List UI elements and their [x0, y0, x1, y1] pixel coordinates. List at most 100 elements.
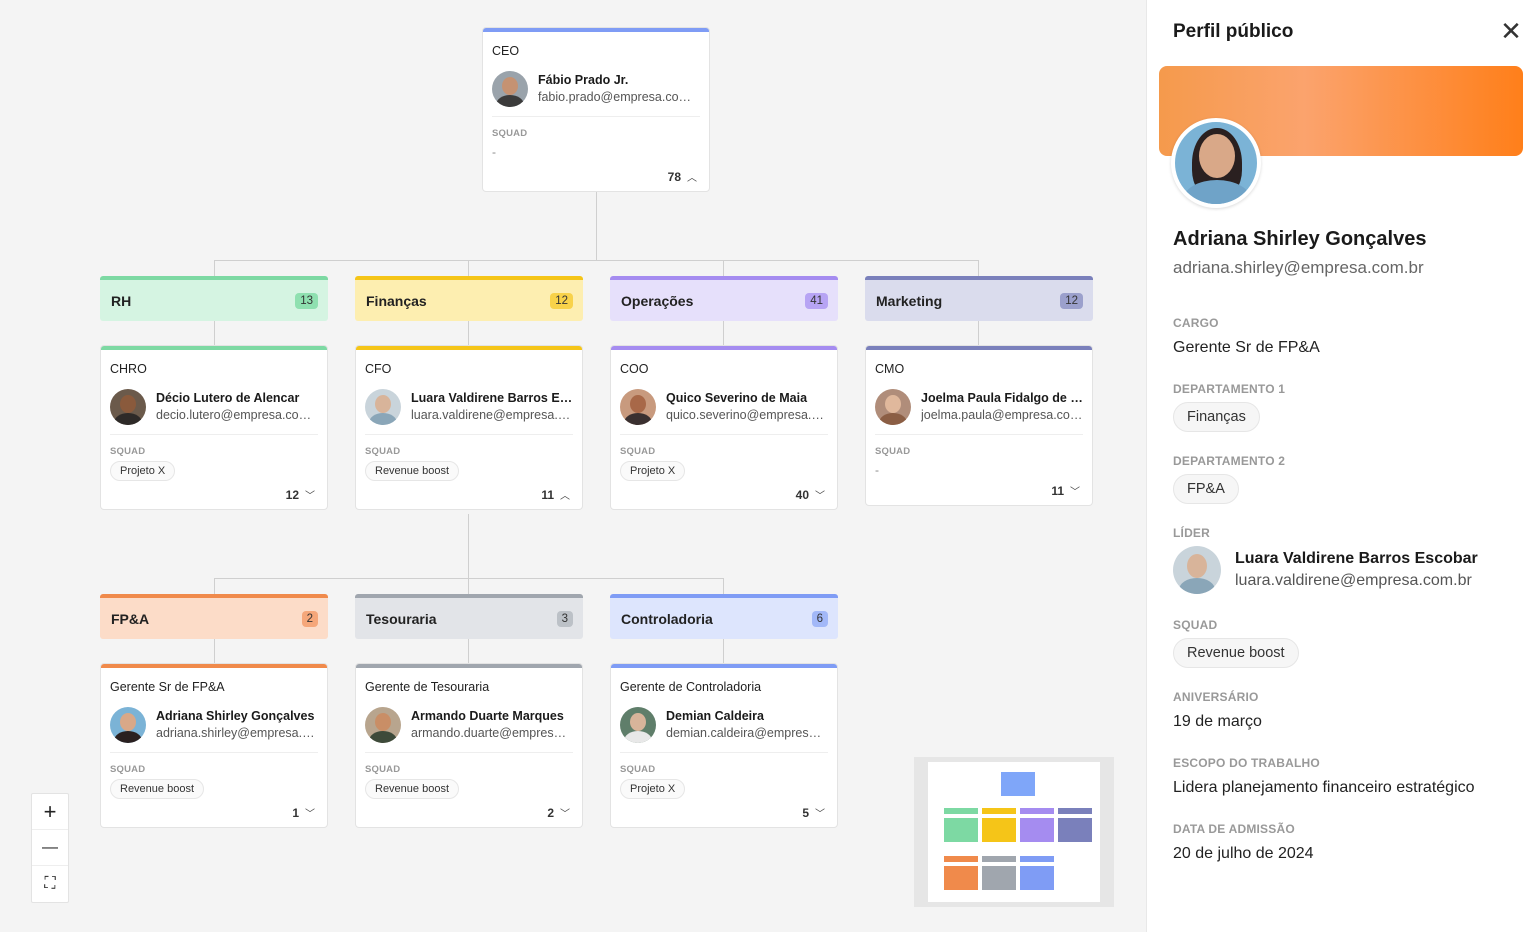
card-role: CEO [492, 44, 520, 58]
dept-name: Controladoria [621, 610, 713, 627]
avatar [365, 706, 401, 743]
expand-toggle[interactable]: 1 ﹀ [101, 801, 327, 827]
connector [214, 260, 979, 261]
panel-title: Perfil público [1173, 21, 1294, 42]
dept-header-fpa[interactable]: FP&A 2 [100, 594, 328, 639]
connector [596, 191, 597, 261]
dept-header-marketing[interactable]: Marketing 12 [865, 276, 1093, 321]
report-count: 5 [802, 806, 809, 820]
squad-label: SQUAD [110, 446, 146, 457]
person-card-chro[interactable]: CHRO Décio Lutero de Alencar decio.luter… [100, 345, 328, 510]
dept-header-controladoria[interactable]: Controladoria 6 [610, 594, 838, 639]
person-card-gerente-controladoria[interactable]: Gerente de Controladoria Demian Caldeira… [610, 663, 838, 828]
minimap-node [944, 818, 978, 842]
card-email: decio.lutero@empresa.com.br [156, 408, 318, 422]
card-role: CHRO [110, 362, 147, 376]
dept-name: Marketing [876, 292, 943, 309]
person-card-cfo[interactable]: CFO Luara Valdirene Barros Escobar luara… [355, 345, 583, 510]
expand-toggle[interactable]: 2 ﹀ [356, 801, 582, 827]
zoom-controls: + — ⛶ [31, 793, 69, 903]
dept-count-badge: 12 [1060, 292, 1083, 309]
connector [214, 639, 215, 663]
person-card-coo[interactable]: COO Quico Severino de Maia quico.severin… [610, 345, 838, 510]
org-chart-canvas[interactable]: CEO Fábio Prado Jr. fabio.prado@empresa.… [0, 0, 1146, 932]
squad-value: - [875, 463, 879, 477]
chevron-down-icon: ﹀ [305, 491, 315, 502]
report-count: 40 [795, 488, 809, 502]
field-label-escopo: ESCOPO DO TRABALHO [1173, 756, 1320, 770]
card-email: demian.caldeira@empresa.com.br [666, 726, 828, 740]
field-value-admissao: 20 de julho de 2024 [1173, 845, 1314, 862]
squad-chip[interactable]: Revenue boost [1173, 638, 1299, 668]
minimap-node [944, 808, 978, 814]
minimap-node [1058, 818, 1092, 842]
dept-count-badge: 13 [295, 292, 318, 309]
leader-link[interactable]: Luara Valdirene Barros Escobar luara.val… [1173, 546, 1478, 594]
report-count: 2 [547, 806, 554, 820]
person-card-gerente-fpa[interactable]: Gerente Sr de FP&A Adriana Shirley Gonça… [100, 663, 328, 828]
person-card-cmo[interactable]: CMO Joelma Paula Fidalgo de Souza joelma… [865, 345, 1093, 506]
squad-label: SQUAD [365, 764, 401, 775]
dept-header-financas[interactable]: Finanças 12 [355, 276, 583, 321]
card-email: armando.duarte@empresa.com.br [411, 726, 573, 740]
report-count: 11 [541, 488, 554, 502]
report-count: 11 [1051, 484, 1064, 498]
report-count: 1 [292, 806, 299, 820]
department-chip[interactable]: FP&A [1173, 474, 1239, 504]
minimap-node [944, 856, 978, 862]
minimap-node [1058, 808, 1092, 814]
field-value-escopo: Lidera planejamento financeiro estratégi… [1173, 779, 1475, 796]
profile-email: adriana.shirley@empresa.com.br [1173, 258, 1424, 277]
dept-name: Finanças [366, 292, 427, 309]
minimap[interactable] [914, 757, 1114, 907]
connector [723, 321, 724, 345]
card-role: COO [620, 362, 649, 376]
field-label-squad: SQUAD [1173, 618, 1218, 632]
avatar [365, 388, 401, 425]
expand-toggle[interactable]: 12 ﹀ [101, 483, 327, 509]
card-name: Décio Lutero de Alencar [156, 391, 300, 405]
card-name: Luara Valdirene Barros Escobar [411, 391, 573, 405]
avatar [620, 388, 656, 425]
card-name: Armando Duarte Marques [411, 709, 564, 723]
expand-toggle[interactable]: 5 ﹀ [611, 801, 837, 827]
connector [723, 578, 724, 594]
fit-view-button[interactable]: ⛶ [32, 866, 68, 902]
minimap-node [1001, 772, 1035, 796]
expand-toggle[interactable]: 11 ﹀ [866, 479, 1092, 505]
expand-toggle[interactable]: 78 ︿ [483, 165, 709, 191]
minimap-node [944, 866, 978, 890]
zoom-in-button[interactable]: + [32, 794, 68, 830]
connector [978, 260, 979, 276]
chevron-down-icon: ﹀ [1070, 487, 1080, 498]
avatar [110, 706, 146, 743]
squad-label: SQUAD [492, 128, 528, 139]
card-email: luara.valdirene@empresa.com.br [411, 408, 573, 422]
card-role: Gerente Sr de FP&A [110, 680, 225, 694]
avatar [620, 706, 656, 743]
minimap-node [1020, 866, 1054, 890]
minimap-node [1020, 856, 1054, 862]
dept-count-badge: 41 [805, 292, 828, 309]
close-icon[interactable]: ✕ [1499, 18, 1523, 46]
squad-label: SQUAD [620, 764, 656, 775]
field-label-departamento-2: DEPARTAMENTO 2 [1173, 454, 1286, 468]
minimap-node [1020, 818, 1054, 842]
expand-toggle[interactable]: 40 ﹀ [611, 483, 837, 509]
department-chip[interactable]: Finanças [1173, 402, 1260, 432]
field-label-lider: LÍDER [1173, 526, 1210, 540]
connector [214, 578, 724, 579]
person-card-ceo[interactable]: CEO Fábio Prado Jr. fabio.prado@empresa.… [482, 27, 710, 192]
dept-header-operacoes[interactable]: Operações 41 [610, 276, 838, 321]
connector [978, 321, 979, 345]
expand-toggle[interactable]: 11 ︿ [356, 483, 582, 509]
person-card-gerente-tesouraria[interactable]: Gerente de Tesouraria Armando Duarte Mar… [355, 663, 583, 828]
squad-label: SQUAD [110, 764, 146, 775]
zoom-out-button[interactable]: — [32, 830, 68, 866]
dept-header-tesouraria[interactable]: Tesouraria 3 [355, 594, 583, 639]
minimap-node [982, 856, 1016, 862]
minimap-node [982, 808, 1016, 814]
dept-header-rh[interactable]: RH 13 [100, 276, 328, 321]
squad-label: SQUAD [620, 446, 656, 457]
card-role: CFO [365, 362, 392, 376]
